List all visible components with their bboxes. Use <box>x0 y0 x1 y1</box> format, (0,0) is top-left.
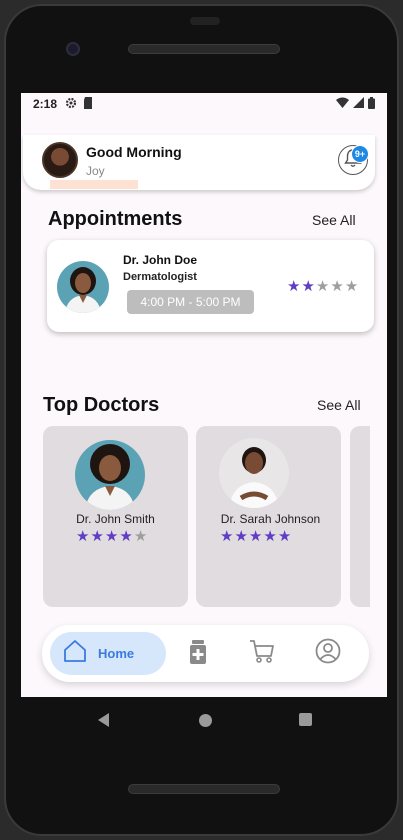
doctor-card-rating: ★ ★ ★ ★ ★ <box>76 529 147 544</box>
star-empty-icon: ★ <box>315 278 330 295</box>
nav-home[interactable]: Home <box>50 632 166 675</box>
bottom-speaker <box>128 784 280 794</box>
username-text: Joy <box>86 164 105 178</box>
doctor-photo <box>219 438 289 508</box>
star-empty-icon: ★ <box>133 528 148 545</box>
android-back-button[interactable] <box>98 713 109 727</box>
star-filled-icon: ★ <box>263 528 277 545</box>
settings-icon <box>65 97 77 112</box>
star-filled-icon: ★ <box>301 278 315 295</box>
top-doctors-title: Top Doctors <box>43 394 160 416</box>
nav-medicine[interactable] <box>185 639 211 669</box>
user-avatar[interactable] <box>42 142 78 178</box>
signal-icon <box>353 97 364 111</box>
doctor-card-name: Dr. John Smith <box>76 512 155 526</box>
greeting-text: Good Morning <box>86 144 182 160</box>
front-camera <box>66 42 80 56</box>
star-filled-icon: ★ <box>248 528 263 545</box>
top-speaker <box>128 44 280 54</box>
star-empty-icon: ★ <box>330 278 344 295</box>
progress-strip <box>50 180 138 189</box>
star-filled-icon: ★ <box>277 528 292 545</box>
appointments-title: Appointments <box>48 208 183 230</box>
sd-card-icon <box>83 96 93 112</box>
status-time: 2:18 <box>33 97 58 111</box>
appointment-specialty: Dermatologist <box>123 271 197 283</box>
star-filled-icon: ★ <box>104 528 119 545</box>
nav-home-label: Home <box>98 646 135 661</box>
top-doctors-see-all[interactable]: See All <box>317 397 361 413</box>
wifi-icon <box>336 97 349 111</box>
doctor-photo <box>75 440 145 510</box>
notification-badge: 9+ <box>351 145 369 163</box>
star-filled-icon: ★ <box>220 528 234 545</box>
cart-icon <box>249 638 275 669</box>
star-filled-icon: ★ <box>76 528 90 545</box>
doctor-photo <box>57 261 109 313</box>
earpiece <box>190 17 220 25</box>
star-filled-icon: ★ <box>119 528 133 545</box>
star-filled-icon: ★ <box>90 528 104 545</box>
android-home-button[interactable] <box>199 714 212 727</box>
doctor-card-rating: ★ ★ ★ ★ ★ <box>220 529 291 544</box>
doctor-card-name: Dr. Sarah Johnson <box>220 512 321 526</box>
appointments-see-all[interactable]: See All <box>312 212 356 228</box>
appointment-time: 4:00 PM - 5:00 PM <box>127 290 254 314</box>
doctor-card-partial[interactable] <box>350 426 370 607</box>
nav-profile[interactable] <box>315 638 341 669</box>
appointment-doctor-name: Dr. John Doe <box>123 253 198 267</box>
battery-icon <box>368 96 375 112</box>
home-icon <box>62 638 88 669</box>
profile-icon <box>315 638 341 669</box>
appointment-rating: ★ ★ ★ ★ ★ <box>287 279 358 294</box>
android-recents-button[interactable] <box>299 713 312 726</box>
status-bar: 2:18 <box>21 93 387 115</box>
star-filled-icon: ★ <box>234 528 248 545</box>
star-empty-icon: ★ <box>344 278 359 295</box>
nav-cart[interactable] <box>249 638 275 669</box>
medicine-icon <box>188 639 208 669</box>
star-filled-icon: ★ <box>287 278 301 295</box>
